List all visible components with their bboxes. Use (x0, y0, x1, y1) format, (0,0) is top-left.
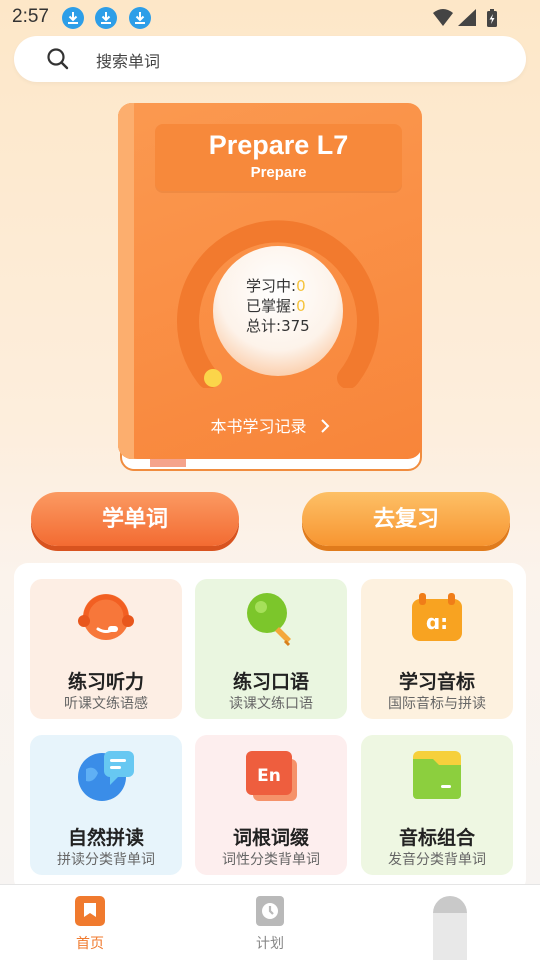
feature-title: 音标组合 (398, 827, 475, 849)
stat-total-label: 总计: (246, 317, 282, 335)
tab-plan[interactable]: 计划 (210, 885, 330, 960)
stat-learning-label: 学习中: (246, 277, 297, 295)
status-time: 2:57 (12, 6, 49, 27)
feature-title: 学习音标 (398, 671, 475, 693)
feature-subtitle: 发音分类背单词 (388, 852, 486, 868)
globe-chat-icon (76, 745, 136, 805)
feature-combinations[interactable]: 音标组合 发音分类背单词 (361, 735, 513, 875)
en-card-icon: En (241, 745, 301, 805)
tab-bar: 首页 计划 (0, 884, 540, 960)
system-icons (432, 8, 500, 32)
chevron-right-icon (320, 418, 330, 438)
feature-title: 练习口语 (232, 671, 309, 693)
stat-total: 总计:375 (246, 315, 310, 336)
download-icon (62, 7, 84, 29)
svg-text:En: En (257, 766, 281, 786)
download-icon (95, 7, 117, 29)
feature-subtitle: 读课文练口语 (229, 696, 313, 712)
tab-home-label: 首页 (76, 936, 104, 952)
feature-subtitle: 拼读分类背单词 (57, 852, 155, 868)
feature-listening[interactable]: 练习听力 听课文练语感 (30, 579, 182, 719)
plan-clock-icon (254, 895, 286, 931)
feature-panel: 练习听力 听课文练语感 练习口语 读课文练口语 ɑ: 学习音标 国际音标与拼读 (14, 563, 526, 893)
search-icon (46, 47, 70, 75)
svg-text:ɑ:: ɑ: (426, 610, 448, 634)
feature-subtitle: 听课文练语感 (64, 696, 148, 712)
tab-home[interactable]: 首页 (30, 885, 150, 960)
tab-profile[interactable] (390, 885, 510, 960)
search-bar[interactable]: 搜索单词 (14, 36, 526, 82)
review-button[interactable]: 去复习 (302, 492, 510, 546)
download-icon (129, 7, 151, 29)
book-subtitle: Prepare (250, 164, 307, 181)
feature-title: 自然拼读 (67, 827, 144, 849)
feature-roots[interactable]: En 词根词缀 词性分类背单词 (195, 735, 347, 875)
profile-icon (432, 895, 468, 960)
feature-speaking[interactable]: 练习口语 读课文练口语 (195, 579, 347, 719)
book-record-link[interactable]: 本书学习记录 (118, 413, 422, 438)
search-placeholder: 搜索单词 (96, 52, 161, 71)
feature-title: 词根词缀 (232, 827, 309, 849)
wifi-icon (433, 9, 453, 26)
stat-total-value: 375 (281, 317, 310, 335)
feature-title: 练习听力 (67, 671, 144, 693)
stat-learning: 学习中:0 (246, 275, 306, 296)
stat-learning-value: 0 (296, 277, 306, 295)
progress-dot (204, 369, 222, 387)
feature-subtitle: 国际音标与拼读 (388, 696, 486, 712)
feature-phonics[interactable]: 自然拼读 拼读分类背单词 (30, 735, 182, 875)
book-spine (118, 103, 134, 459)
feature-phonetics[interactable]: ɑ: 学习音标 国际音标与拼读 (361, 579, 513, 719)
microphone-icon (241, 589, 301, 649)
signal-icon (458, 9, 476, 26)
book-record-label: 本书学习记录 (210, 417, 307, 436)
learn-words-button[interactable]: 学单词 (31, 492, 239, 546)
book-title-box: Prepare L7 Prepare (155, 124, 402, 191)
book-title: Prepare L7 (208, 130, 349, 160)
battery-charging-icon (487, 9, 497, 27)
stat-mastered-label: 已掌握: (246, 297, 297, 315)
headset-icon (76, 589, 136, 649)
tab-plan-label: 计划 (256, 936, 284, 952)
stat-mastered-value: 0 (296, 297, 306, 315)
status-bar: 2:57 (0, 0, 540, 34)
folder-icon (407, 745, 467, 805)
book-card[interactable]: Prepare L7 Prepare 学习中:0 已掌握:0 总计:375 本书… (118, 103, 422, 471)
feature-subtitle: 词性分类背单词 (222, 852, 320, 868)
home-book-icon (74, 895, 106, 931)
stat-mastered: 已掌握:0 (246, 295, 306, 316)
phonetic-icon: ɑ: (407, 589, 467, 649)
